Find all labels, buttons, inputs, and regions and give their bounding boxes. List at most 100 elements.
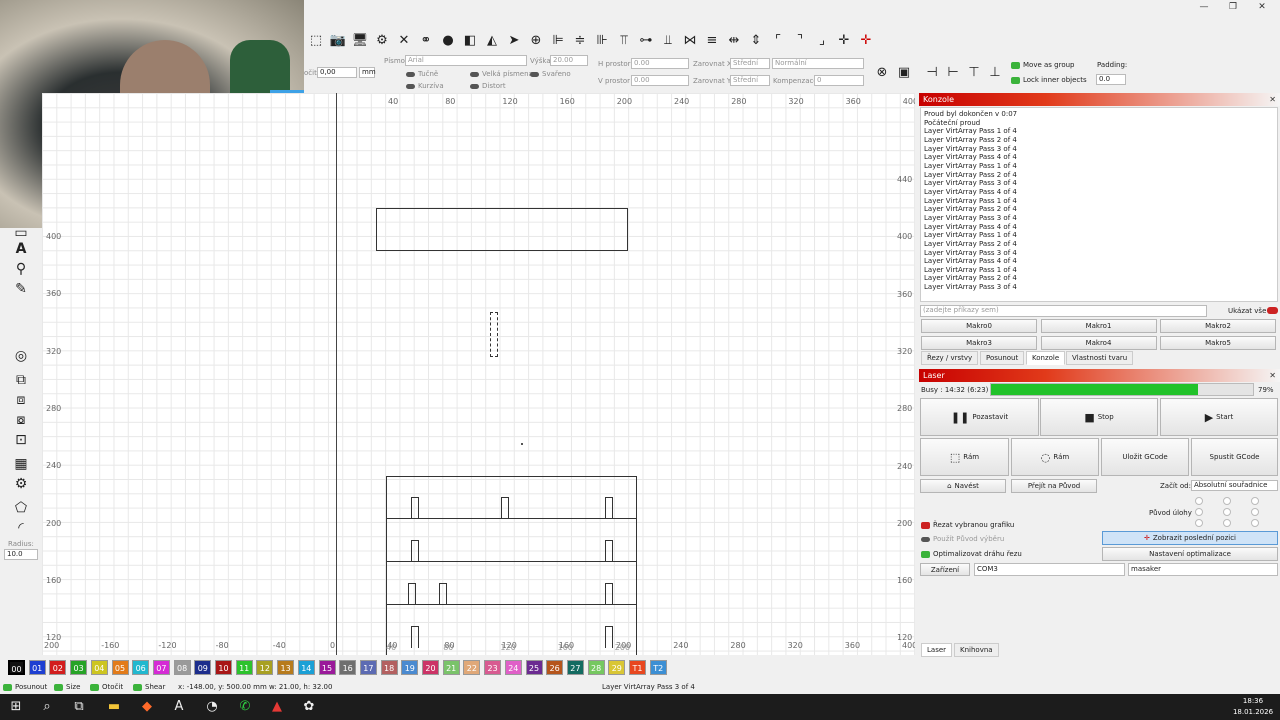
- task-view-icon[interactable]: ⧉: [70, 698, 88, 716]
- welded-check[interactable]: Svařeno: [530, 70, 571, 78]
- color-swatch[interactable]: T2: [649, 660, 667, 675]
- tooth[interactable]: [605, 540, 613, 562]
- laser-close-icon[interactable]: ✕: [1269, 369, 1276, 382]
- lightburn-icon[interactable]: ▲: [268, 698, 286, 716]
- color-swatch[interactable]: 02: [49, 660, 67, 675]
- move-mode[interactable]: Posunout: [3, 683, 47, 691]
- whatsapp-icon[interactable]: ✆: [236, 698, 254, 716]
- boolean-intersect-icon[interactable]: ⧇: [12, 411, 30, 429]
- origin-radio[interactable]: [1251, 497, 1259, 505]
- select-icon[interactable]: ⬚: [306, 30, 326, 50]
- camera-icon[interactable]: 📷: [328, 30, 348, 50]
- color-swatch[interactable]: 09: [194, 660, 212, 675]
- color-swatch[interactable]: 13: [277, 660, 295, 675]
- caps-check[interactable]: Velká písmena: [470, 70, 533, 78]
- monitor-icon[interactable]: 🖥: [350, 30, 370, 50]
- tooth[interactable]: [605, 583, 613, 605]
- device-button[interactable]: Zařízení: [920, 563, 970, 576]
- color-swatch[interactable]: 01: [28, 660, 46, 675]
- selected-slot-shape[interactable]: [490, 312, 498, 357]
- crosshair-icon[interactable]: ✛: [834, 30, 854, 50]
- alignx-select[interactable]: Střední: [730, 58, 770, 69]
- text-tool-icon[interactable]: A: [12, 240, 30, 258]
- color-swatch[interactable]: 26: [546, 660, 564, 675]
- machine-icon[interactable]: ▣: [894, 62, 914, 82]
- color-swatch[interactable]: 29: [608, 660, 626, 675]
- tooth[interactable]: [411, 540, 419, 562]
- macro-button[interactable]: Makro4: [1040, 336, 1157, 350]
- tab-tool-icon[interactable]: ⬠: [12, 499, 30, 517]
- boolean-union-icon[interactable]: ⧉: [12, 371, 30, 389]
- color-swatch[interactable]: 15: [318, 660, 336, 675]
- search-icon[interactable]: ⌕: [38, 698, 56, 716]
- dock-left-icon[interactable]: ⌜: [768, 30, 788, 50]
- height-input[interactable]: 20.00: [550, 55, 588, 66]
- color-swatch[interactable]: 08: [173, 660, 191, 675]
- measure-tool-icon[interactable]: ✎: [12, 280, 30, 298]
- brave-icon[interactable]: ◆: [138, 698, 156, 716]
- color-swatch[interactable]: 18: [380, 660, 398, 675]
- show-all-toggle[interactable]: [1267, 307, 1278, 314]
- origin-radio[interactable]: [1195, 497, 1203, 505]
- align-d-icon[interactable]: ⊥: [985, 62, 1005, 82]
- use-selection-origin-toggle[interactable]: Použít Původ výběru: [921, 535, 1004, 543]
- origin-radio[interactable]: [1195, 519, 1203, 527]
- offset-tool-icon[interactable]: ◎: [12, 347, 30, 365]
- command-input[interactable]: (zadejte příkazy sem): [920, 305, 1207, 317]
- origin-icon[interactable]: ✛: [856, 30, 876, 50]
- start-button[interactable]: ▶ Start: [1160, 398, 1278, 436]
- align-b-icon[interactable]: ⊢: [943, 62, 963, 82]
- group-icon[interactable]: ⚭: [416, 30, 436, 50]
- color-swatch[interactable]: 06: [132, 660, 150, 675]
- show-last-pos-button[interactable]: ✛ Zobrazit poslední pozici: [1102, 531, 1278, 545]
- tooth[interactable]: [411, 626, 419, 648]
- macro-button[interactable]: Makro5: [1160, 336, 1276, 350]
- lock-inner-toggle[interactable]: Lock inner objects: [1011, 76, 1087, 84]
- color-swatch[interactable]: 21: [442, 660, 460, 675]
- align-c-icon[interactable]: ⊤: [964, 62, 984, 82]
- weld-icon[interactable]: ⊡: [12, 431, 30, 449]
- macro-button[interactable]: Makro1: [1040, 319, 1157, 333]
- start-from-select[interactable]: Absolutní souřadnice: [1191, 480, 1278, 491]
- padding-input[interactable]: 0.0: [1096, 74, 1126, 85]
- macro-button[interactable]: Makro0: [921, 319, 1037, 333]
- macro-button[interactable]: Makro2: [1160, 319, 1276, 333]
- rotate-mode[interactable]: Otočit: [90, 683, 123, 691]
- mode-select[interactable]: Normální: [772, 58, 864, 69]
- tools-icon[interactable]: ✕: [394, 30, 414, 50]
- origin-radio[interactable]: [1223, 497, 1231, 505]
- gauge-icon[interactable]: ◔: [203, 698, 221, 716]
- explorer-icon[interactable]: ▬: [105, 698, 123, 716]
- italic-check[interactable]: Kurzíva: [406, 82, 444, 90]
- color-swatch[interactable]: 03: [70, 660, 88, 675]
- font-select[interactable]: Arial: [405, 55, 527, 66]
- color-swatch[interactable]: T1: [629, 660, 646, 675]
- boolean-diff-icon[interactable]: ⧈: [12, 391, 30, 409]
- a-app-icon[interactable]: A: [170, 698, 188, 716]
- color-swatch[interactable]: 24: [504, 660, 522, 675]
- color-swatch[interactable]: 07: [152, 660, 170, 675]
- hspace-input[interactable]: 0.00: [631, 58, 689, 69]
- space-h-icon[interactable]: ⇹: [724, 30, 744, 50]
- minimize-button[interactable]: —: [1190, 0, 1218, 14]
- run-gcode-button[interactable]: Spustit GCode: [1191, 438, 1278, 476]
- comp-input[interactable]: 0: [814, 75, 864, 86]
- vspace-input[interactable]: 0.00: [631, 75, 689, 86]
- align-bottom-icon[interactable]: ⫫: [658, 30, 678, 50]
- distort-check[interactable]: Distort: [470, 82, 506, 90]
- tooth[interactable]: [411, 497, 419, 519]
- origin-radio[interactable]: [1223, 519, 1231, 527]
- color-swatch[interactable]: 19: [401, 660, 419, 675]
- shear-mode[interactable]: Shear: [133, 683, 165, 691]
- tooth[interactable]: [605, 626, 613, 648]
- color-swatch[interactable]: 12: [256, 660, 274, 675]
- space-v-icon[interactable]: ⇕: [746, 30, 766, 50]
- tooth[interactable]: [408, 583, 416, 605]
- corner-tool-icon[interactable]: ◜: [12, 519, 30, 537]
- laser-tab[interactable]: Knihovna: [954, 643, 999, 657]
- macro-button[interactable]: Makro3: [921, 336, 1037, 350]
- size-mode[interactable]: Size: [54, 683, 80, 691]
- distribute-v-icon[interactable]: ≡: [702, 30, 722, 50]
- optimize-path-toggle[interactable]: Optimalizovat dráhu řezu: [921, 550, 1022, 558]
- console-tab[interactable]: Vlastnosti tvaru: [1066, 351, 1134, 365]
